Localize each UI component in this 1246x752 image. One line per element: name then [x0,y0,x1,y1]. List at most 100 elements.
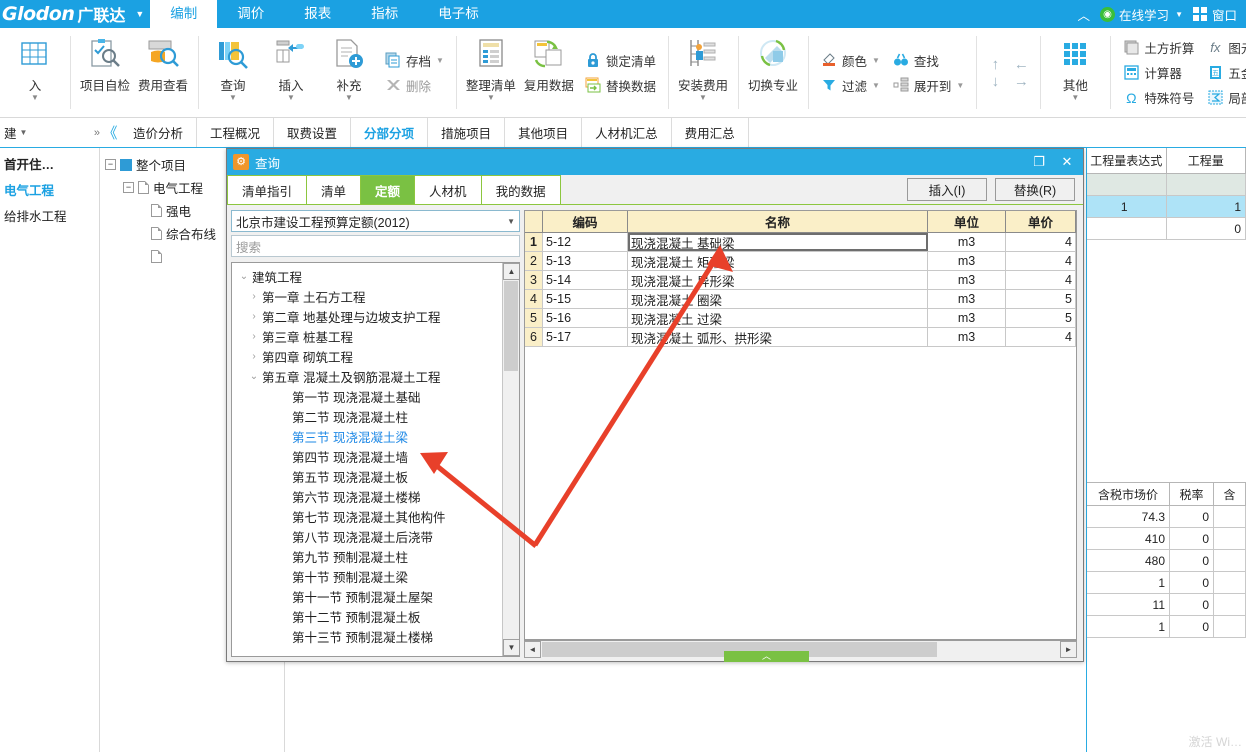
table-row[interactable]: 6 5-17 现浇混凝土 弧形、拱形梁 m3 4 [525,328,1076,347]
ribbon-button-other[interactable]: 其他 ▼ [1046,30,1104,115]
chevron-down-icon[interactable]: ▼ [345,94,353,102]
chevron-down-icon[interactable]: ▼ [287,94,295,102]
move-up-button[interactable]: ↑ [982,56,1008,73]
column-header-tax-inclusive[interactable]: 含 [1214,483,1246,505]
expander-icon[interactable]: − [123,182,134,193]
scroll-down-icon[interactable]: ▼ [503,639,519,656]
table-row[interactable]: 2 5-13 现浇混凝土 矩形梁 m3 4 [525,252,1076,271]
ribbon-button-switch-profession[interactable]: 切换专业 [744,30,802,115]
column-header-quantity-expression[interactable]: 工程量表达式 [1087,148,1167,173]
left-list-item-0[interactable]: 首开住… [0,152,99,178]
brand-logo[interactable]: Glodon 广联达 ▼ [0,0,150,28]
quota-tree-node-18[interactable]: 第十三节 预制混凝土楼梯 [236,626,502,646]
ribbon-button-calculator[interactable]: 计算器 [1118,60,1198,85]
window-button[interactable]: 窗口 [1188,5,1242,24]
ribbon-button-organize-list[interactable]: 整理清单 ▼ [462,30,520,115]
table-row[interactable]: 410 0 [1087,528,1246,550]
ribbon-button-special-symbol[interactable]: Ω 特殊符号 [1118,85,1198,110]
chevron-down-icon[interactable]: ⌄ [236,271,252,282]
column-header-quantity[interactable]: 工程量 [1167,148,1246,173]
main-tab-bianzhi[interactable]: 编制 [150,0,218,28]
chevron-down-icon[interactable]: ▼ [699,94,707,102]
chevron-down-icon[interactable]: ▼ [872,81,880,90]
quota-tree-node-8[interactable]: 第三节 现浇混凝土梁 [236,426,502,446]
quota-tree-node-7[interactable]: 第二节 现浇混凝土柱 [236,406,502,426]
column-header-name[interactable]: 名称 [628,211,928,232]
dictionary-select[interactable]: 北京市建设工程预算定额(2012) ▼ [231,210,520,232]
ribbon-button-install-cost[interactable]: 安装费用 ▼ [674,30,732,115]
dialog-tab-resources[interactable]: 人材机 [414,175,482,204]
quota-tree-node-5[interactable]: ⌄ 第五章 混凝土及钢筋混凝土工程 [236,366,502,386]
expander-icon[interactable]: − [105,159,116,170]
tab-resource-summary[interactable]: 人材机汇总 [582,118,672,147]
quota-tree-node-0[interactable]: ⌄ 建筑工程 [236,266,502,286]
table-row[interactable]: 1 5-12 现浇混凝土 基础梁 m3 4 [525,233,1076,252]
column-header-market-price-with-tax[interactable]: 含税市场价 [1087,483,1170,505]
ribbon-button-reuse-data[interactable]: 复用数据 [520,30,578,115]
close-icon[interactable]: ✕ [1053,149,1081,175]
ribbon-button-replace-data[interactable]: 替换数据 [580,73,660,98]
table-row[interactable]: 3 5-14 现浇混凝土 异形梁 m3 4 [525,271,1076,290]
table-row[interactable]: 5 5-16 现浇混凝土 过梁 m3 5 [525,309,1076,328]
chevron-down-icon[interactable]: ▼ [956,81,964,90]
tab-project-overview[interactable]: 工程概况 [197,118,275,147]
quota-tree-node-12[interactable]: 第七节 现浇混凝土其他构件 [236,506,502,526]
chevron-down-icon[interactable]: ▼ [487,94,495,102]
quota-tree-node-1[interactable]: › 第一章 土石方工程 [236,286,502,306]
column-header-unit[interactable]: 单位 [928,211,1006,232]
scroll-thumb[interactable] [504,281,518,371]
ribbon-button-project-selfcheck[interactable]: 项目自检 [76,30,134,115]
column-header-price[interactable]: 单价 [1006,211,1076,232]
main-tab-zhibiao[interactable]: 指标 [351,0,418,28]
tab-cost-analysis[interactable]: 造价分析 [120,118,198,147]
main-tab-baobiao[interactable]: 报表 [284,0,351,28]
table-row[interactable]: 74.3 0 [1087,506,1246,528]
online-study-button[interactable]: ◉ 在线学习 ▼ [1095,5,1188,24]
table-row[interactable]: 1 0 [1087,616,1246,638]
quota-tree-node-13[interactable]: 第八节 现浇混凝土后浇带 [236,526,502,546]
chevron-down-icon[interactable]: ▼ [229,94,237,102]
tab-division-items[interactable]: 分部分项 [351,118,429,147]
quota-tree-node-6[interactable]: 第一节 现浇混凝土基础 [236,386,502,406]
ribbon-button-cost-view[interactable]: 费用查看 [134,30,192,115]
quota-tree-node-17[interactable]: 第十二节 预制混凝土板 [236,606,502,626]
table-row[interactable]: 1 1 [1087,196,1246,218]
chevron-down-icon[interactable]: ▼ [1071,94,1079,102]
chevron-right-icon[interactable]: › [246,311,262,322]
chevron-down-icon[interactable]: ▼ [1175,10,1183,19]
quota-tree-node-10[interactable]: 第五节 现浇混凝土板 [236,466,502,486]
ribbon-button-query[interactable]: 查询 ▼ [204,30,262,115]
quota-tree-scrollbar[interactable]: ▲ ▼ [502,263,519,656]
ribbon-button-archive[interactable]: 存档 ▼ [380,48,448,73]
ribbon-button-import[interactable]: 入 ▼ [6,30,64,115]
scroll-right-icon[interactable]: ► [1060,640,1077,658]
dialog-tab-list[interactable]: 清单 [306,175,362,204]
ribbon-button-filter[interactable]: 过滤 ▼ [816,73,884,98]
column-header-code[interactable]: 编码 [543,211,628,232]
main-tab-tiaojia[interactable]: 调价 [217,0,284,28]
quota-tree-node-16[interactable]: 第十一节 预制混凝土屋架 [236,586,502,606]
replace-button[interactable]: 替换(R) [995,178,1075,201]
ribbon-button-supplement[interactable]: 补充 ▼ [320,30,378,115]
ribbon-button-find[interactable]: 查找 [888,48,968,73]
tab-cost-summary[interactable]: 费用汇总 [672,118,749,147]
table-row[interactable]: 11 0 [1087,594,1246,616]
tab-measure-items[interactable]: 措施项目 [428,118,506,147]
chevron-down-icon[interactable]: ▼ [872,56,880,65]
chevron-down-icon[interactable]: ▼ [20,128,28,137]
chevron-right-icon[interactable]: › [246,291,262,302]
panel-collapse-icon[interactable]: 《 [100,118,120,147]
ribbon-collapse-icon[interactable]: ︿ [1073,5,1096,24]
dialog-collapse-handle[interactable]: ︿ [724,651,809,662]
dialog-tab-list-guide[interactable]: 清单指引 [227,175,308,204]
chevron-right-icon[interactable]: › [246,331,262,342]
search-input[interactable]: 搜索 [231,235,520,257]
move-right-button[interactable]: → [1008,73,1034,90]
column-header-tax-rate[interactable]: 税率 [1170,483,1214,505]
chevron-down-icon[interactable]: ⌄ [246,371,262,382]
left-nav-header[interactable]: 建 ▼ » [0,118,100,147]
ribbon-button-insert[interactable]: 插入 ▼ [262,30,320,115]
table-row[interactable] [1087,174,1246,196]
table-row[interactable]: 1 0 [1087,572,1246,594]
ribbon-button-earthwork-convert[interactable]: 土方折算 [1118,35,1198,60]
